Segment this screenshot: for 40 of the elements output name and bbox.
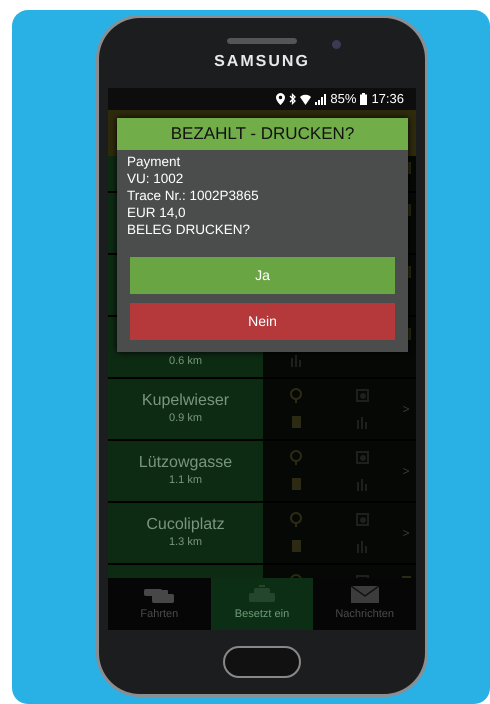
bars-icon xyxy=(288,352,304,368)
wifi-icon xyxy=(300,94,312,104)
list-row[interactable]: Kupelwieser 0.9 km > xyxy=(108,379,416,439)
stop-distance: 0.6 km xyxy=(168,354,202,369)
location-pin-icon xyxy=(288,388,304,404)
location-pin-icon xyxy=(276,93,286,105)
battery-percentage: 85% xyxy=(330,90,356,108)
stop-name: Kupelwieser xyxy=(142,392,230,410)
location-pin-icon xyxy=(288,450,304,466)
bluetooth-icon xyxy=(289,93,296,105)
chevron-icon: > xyxy=(402,524,410,542)
dialog-text-line: VU: 1002 xyxy=(127,170,184,186)
stop-name: Cucoliplatz xyxy=(146,516,225,534)
dialog-text-line: Payment xyxy=(127,152,182,170)
camera-icon xyxy=(355,450,370,466)
dialog-text-line: Trace Nr.: 1002P3865 xyxy=(127,186,260,204)
speaker-grille xyxy=(227,38,297,44)
dialog-text-line: EUR 14,0 xyxy=(127,204,187,220)
yes-button[interactable]: Ja xyxy=(130,256,395,294)
dialog-title: BEZAHLT - DRUCKEN? xyxy=(117,118,408,150)
battery-icon xyxy=(360,93,368,105)
home-button[interactable] xyxy=(223,646,301,678)
stop-distance: 1.3 km xyxy=(168,534,202,550)
brand-label: SAMSUNG xyxy=(214,52,310,72)
location-pin-icon xyxy=(288,512,304,528)
chevron-icon: > xyxy=(402,400,410,418)
no-button[interactable]: Nein xyxy=(130,302,395,340)
signal-icon xyxy=(315,94,326,104)
camera-lens xyxy=(332,40,341,49)
nav-tab[interactable]: Besetzt ein xyxy=(210,578,314,630)
camera-icon xyxy=(355,388,370,404)
list-row[interactable]: Lützowgasse 1.1 km > xyxy=(108,441,416,501)
stop-distance: 0.9 km xyxy=(168,410,202,426)
list-row[interactable]: Cucoliplatz 1.3 km > xyxy=(108,503,416,563)
stop-name: Lützowgasse xyxy=(138,454,232,472)
clock-time: 17:36 xyxy=(371,90,404,108)
dialog-text-line: BELEG DRUCKEN? xyxy=(127,220,252,238)
chevron-icon: > xyxy=(402,462,410,480)
stop-distance: 1.1 km xyxy=(168,472,202,488)
camera-icon xyxy=(355,512,370,528)
